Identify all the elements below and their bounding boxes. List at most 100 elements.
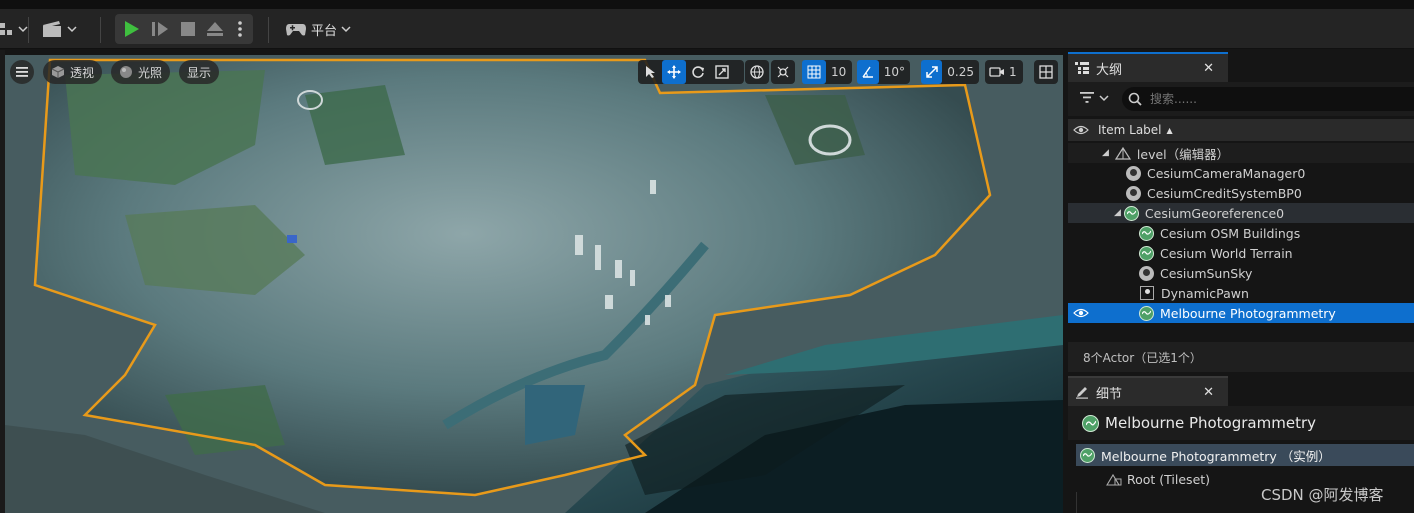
- globe-icon: [1139, 305, 1154, 321]
- tree-item-label: CesiumGeoreference0: [1144, 205, 1285, 221]
- tileset-icon: [1106, 473, 1122, 486]
- sort-ascending-icon: ▲: [1166, 125, 1173, 135]
- rotate-tool-button[interactable]: [686, 60, 710, 84]
- globe-icon: [1080, 447, 1095, 463]
- tree-row-cesium-camera-manager[interactable]: CesiumCameraManager0: [1068, 163, 1414, 183]
- outliner-tab-title: 大纲: [1096, 62, 1123, 78]
- select-tool-button[interactable]: [638, 60, 662, 84]
- actor-icon: [1126, 185, 1141, 201]
- outliner-filter-bar: [1068, 82, 1414, 116]
- tree-item-label: Melbourne Photogrammetry: [1160, 305, 1336, 321]
- component-instance-row[interactable]: Melbourne Photogrammetry （实例）: [1076, 444, 1414, 466]
- stop-icon: [181, 22, 195, 36]
- tree-item-label: DynamicPawn: [1161, 285, 1249, 301]
- cinematics-menu-button[interactable]: [42, 15, 77, 43]
- grid-snap-control[interactable]: 10: [802, 60, 852, 84]
- filter-icon: [1080, 92, 1094, 103]
- right-panel: 大纲 ✕ Item Label ▲ ◢ level（编辑器） CesiumCam…: [1068, 50, 1414, 513]
- cursor-icon: [646, 66, 655, 78]
- lighting-button[interactable]: 光照: [111, 60, 171, 84]
- gamepad-icon: [285, 21, 307, 37]
- stop-button[interactable]: [179, 20, 197, 38]
- clapperboard-icon: [42, 20, 62, 38]
- title-strip: [0, 0, 1414, 9]
- rotate-icon: [692, 66, 704, 78]
- outliner-status-bar: 8个Actor（已选1个）: [1068, 342, 1414, 372]
- world-local-toggle[interactable]: [745, 60, 769, 84]
- advance-frame-button[interactable]: [151, 20, 169, 38]
- sphere-icon: [120, 66, 132, 78]
- surface-snap-icon: [771, 60, 795, 84]
- rotation-snap-value: 10°: [883, 65, 905, 79]
- eye-icon[interactable]: [1073, 125, 1089, 135]
- modes-menu-button[interactable]: [0, 15, 28, 43]
- search-input[interactable]: [1148, 91, 1388, 107]
- camera-speed-control[interactable]: 1: [985, 60, 1023, 84]
- scale-tool-button[interactable]: [710, 60, 734, 84]
- play-button[interactable]: [122, 20, 140, 38]
- transform-tools: [638, 60, 744, 84]
- pencil-icon: [1076, 387, 1088, 399]
- tree-item-label: CesiumCameraManager0: [1147, 165, 1306, 181]
- level-viewport[interactable]: 透视 光照 显示 10 10° 0.25 1: [5, 55, 1063, 513]
- chevron-down-icon: [67, 26, 77, 33]
- tree-row-cesium-world-terrain[interactable]: Cesium World Terrain: [1068, 243, 1414, 263]
- tree-item-label: level（编辑器）: [1136, 146, 1230, 162]
- tree-row-melbourne-photogrammetry[interactable]: Melbourne Photogrammetry: [1068, 303, 1414, 323]
- details-header: Melbourne Photogrammetry: [1068, 406, 1414, 440]
- scale-snap-control[interactable]: 0.25: [921, 60, 979, 84]
- maximize-viewport-button[interactable]: [1034, 60, 1058, 84]
- grid-icon: [802, 60, 826, 84]
- expand-arrow-icon[interactable]: ◢: [1114, 208, 1121, 218]
- camera-icon: [985, 60, 1009, 84]
- chevron-down-icon: [341, 26, 351, 33]
- eye-icon[interactable]: [1073, 308, 1089, 318]
- tree-guide-line: [1076, 492, 1077, 513]
- search-icon: [1128, 92, 1142, 106]
- tree-item-label: Cesium World Terrain: [1160, 245, 1293, 261]
- tree-row-dynamic-pawn[interactable]: DynamicPawn: [1068, 283, 1414, 303]
- close-icon[interactable]: ✕: [1203, 61, 1214, 76]
- cube-icon: [51, 66, 65, 78]
- grid-snap-value: 10: [831, 65, 847, 79]
- close-icon[interactable]: ✕: [1203, 385, 1214, 400]
- platform-menu-button[interactable]: 平台: [285, 15, 351, 43]
- level-icon: [1114, 146, 1131, 160]
- surface-snap-toggle[interactable]: [771, 60, 795, 84]
- translate-tool-button[interactable]: [662, 60, 686, 84]
- outliner-search[interactable]: [1122, 87, 1414, 111]
- show-label: 显示: [187, 65, 212, 80]
- globe-icon: [1139, 245, 1154, 261]
- tree-row-cesium-georeference[interactable]: ◢ CesiumGeoreference0: [1068, 203, 1414, 223]
- play-controls: [115, 14, 253, 44]
- tree-row-level[interactable]: ◢ level（编辑器）: [1068, 143, 1414, 163]
- tree-row-cesium-credit-system[interactable]: CesiumCreditSystemBP0: [1068, 183, 1414, 203]
- expand-arrow-icon[interactable]: ◢: [1102, 148, 1109, 158]
- play-options-button[interactable]: [237, 20, 243, 38]
- show-button[interactable]: 显示: [179, 60, 220, 84]
- globe-icon: [745, 60, 769, 84]
- rotation-snap-control[interactable]: 10°: [857, 60, 910, 84]
- hamburger-icon: [16, 67, 28, 77]
- details-tab-title: 细节: [1096, 386, 1123, 402]
- tab-details[interactable]: 细节 ✕: [1068, 376, 1228, 406]
- tab-outliner[interactable]: 大纲 ✕: [1068, 52, 1228, 82]
- instance-label: Melbourne Photogrammetry （实例）: [1101, 448, 1331, 464]
- chevron-down-icon: [18, 26, 28, 33]
- scale-snap-icon: [921, 60, 943, 84]
- lighting-label: 光照: [138, 65, 163, 80]
- actor-icon: [1139, 265, 1154, 281]
- pawn-icon: [1140, 286, 1154, 300]
- eject-button[interactable]: [206, 20, 224, 38]
- actor-icon: [1126, 165, 1141, 181]
- item-label-column[interactable]: Item Label: [1098, 123, 1162, 137]
- filter-button[interactable]: [1080, 92, 1109, 103]
- tree-row-cesium-osm-buildings[interactable]: Cesium OSM Buildings: [1068, 223, 1414, 243]
- chevron-down-icon: [1099, 94, 1109, 101]
- tree-row-cesium-sun-sky[interactable]: CesiumSunSky: [1068, 263, 1414, 283]
- viewport-options-button[interactable]: [10, 60, 34, 84]
- tree-item-label: Cesium OSM Buildings: [1160, 225, 1301, 241]
- perspective-label: 透视: [70, 65, 95, 80]
- tree-item-label: CesiumSunSky: [1160, 265, 1253, 281]
- perspective-button[interactable]: 透视: [43, 60, 103, 84]
